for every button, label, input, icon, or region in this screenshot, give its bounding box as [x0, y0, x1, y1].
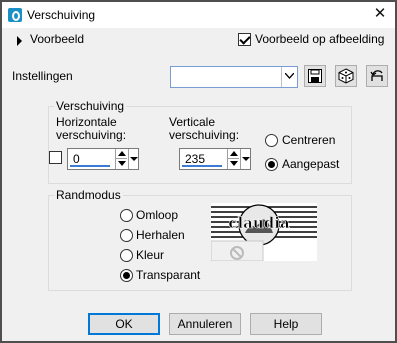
dialog-window: Verschuiving ✕ Voorbeeld Voorbeeld op af… — [0, 0, 397, 343]
reset-icon — [370, 70, 383, 81]
custom-label[interactable]: Aangepast — [282, 157, 339, 171]
preview-on-image-label[interactable]: Voorbeeld op afbeelding — [255, 32, 384, 46]
vertical-offset-input[interactable]: 235 — [179, 148, 251, 170]
help-button[interactable]: Help — [250, 313, 322, 335]
edge-repeat-radio[interactable] — [120, 229, 133, 242]
reset-button[interactable] — [366, 65, 388, 87]
edge-preview-image: claudia — [210, 203, 317, 262]
floppy-disk-icon — [308, 69, 322, 83]
edge-repeat-label[interactable]: Herhalen — [136, 228, 185, 242]
link-offsets-checkbox[interactable] — [49, 151, 62, 164]
horizontal-offset-label-line1: Horizontale — [56, 115, 117, 129]
vertical-offset-spinner[interactable] — [227, 149, 239, 169]
vertical-offset-dropdown[interactable] — [240, 149, 250, 169]
vertical-offset-underline — [182, 165, 222, 167]
vertical-offset-label-line2: verschuiving: — [169, 128, 240, 142]
edge-wrap-radio[interactable] — [120, 209, 133, 222]
spin-down-icon[interactable] — [116, 159, 127, 169]
cancel-button[interactable]: Annuleren — [169, 313, 241, 335]
spin-up-icon[interactable] — [116, 149, 127, 159]
ok-button[interactable]: OK — [88, 313, 160, 335]
settings-dropdown-arrow[interactable] — [281, 67, 297, 87]
close-button[interactable]: ✕ — [369, 4, 391, 24]
chevron-down-icon — [285, 73, 294, 79]
horizontal-offset-spinner[interactable] — [115, 149, 127, 169]
settings-dropdown[interactable] — [170, 66, 298, 88]
app-icon — [8, 8, 22, 22]
edge-transparent-label[interactable]: Transparant — [136, 268, 200, 282]
horizontal-offset-input[interactable]: 0 — [67, 148, 139, 170]
expand-arrow-icon[interactable] — [17, 36, 22, 46]
preview-graphic: claudia — [210, 204, 317, 262]
edge-mode-group-title: Randmodus — [54, 188, 123, 202]
edge-color-label[interactable]: Kleur — [136, 248, 164, 262]
preview-toggle-label[interactable]: Voorbeeld — [30, 32, 84, 46]
center-label[interactable]: Centreren — [282, 133, 335, 147]
preview-watermark-text: claudia — [228, 214, 290, 232]
offset-group-title: Verschuiving — [54, 99, 127, 113]
spin-up-icon[interactable] — [228, 149, 239, 159]
edge-color-radio[interactable] — [120, 249, 133, 262]
window-title: Verschuiving — [27, 8, 96, 22]
preview-on-image-checkbox[interactable] — [238, 33, 251, 46]
close-icon: ✕ — [373, 5, 387, 22]
save-preset-button[interactable] — [304, 65, 326, 87]
randomize-button[interactable] — [335, 65, 357, 87]
horizontal-offset-value: 0 — [73, 152, 80, 166]
edge-wrap-label[interactable]: Omloop — [136, 208, 178, 222]
center-radio[interactable] — [265, 134, 278, 147]
settings-label: Instellingen — [12, 69, 73, 83]
spin-down-icon[interactable] — [228, 159, 239, 169]
vertical-offset-label-line1: Verticale — [169, 115, 216, 129]
title-bar: Verschuiving ✕ — [2, 2, 395, 28]
dice-icon — [338, 68, 354, 84]
edge-transparent-radio[interactable] — [120, 269, 133, 282]
custom-radio[interactable] — [265, 158, 278, 171]
vertical-offset-value: 235 — [185, 152, 206, 166]
horizontal-offset-underline — [70, 165, 110, 167]
horizontal-offset-dropdown[interactable] — [128, 149, 138, 169]
horizontal-offset-label-line2: verschuiving: — [56, 128, 127, 142]
